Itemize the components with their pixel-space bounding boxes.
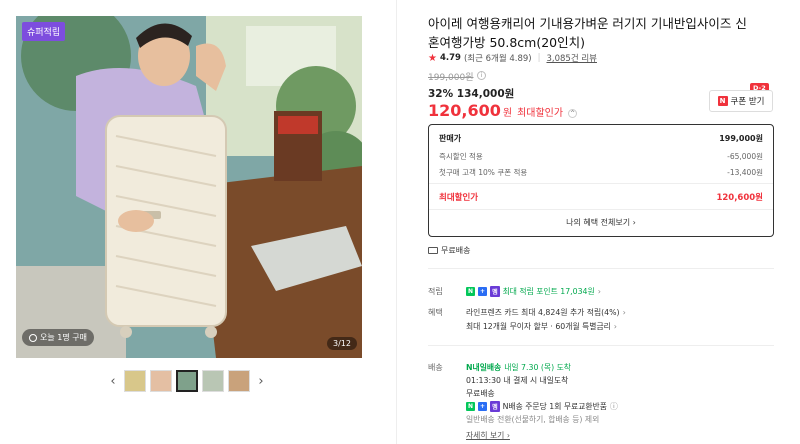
section-divider xyxy=(428,345,774,346)
naver-n-badge: N xyxy=(466,287,476,296)
clock-icon xyxy=(29,333,37,342)
delivery-cutoff: 01:13:30 내 결제 시 내일도착 xyxy=(466,376,569,385)
chevron-right-icon[interactable]: › xyxy=(614,322,617,331)
free-shipping-row: 무료배송 xyxy=(428,245,470,256)
chevron-up-icon[interactable]: ⌃ xyxy=(568,109,578,118)
membership-badge: 멤 xyxy=(490,401,500,412)
delivery-label: 배송 xyxy=(428,363,443,372)
price-row-instant-discount: 즉시할인 적용 -65,000원 xyxy=(439,151,763,162)
super-points-badge: 슈퍼적립 xyxy=(22,22,66,41)
return-policy-text: N배송 주문당 1회 무료교환반품 xyxy=(502,402,607,411)
main-product-image[interactable] xyxy=(16,16,362,358)
benefit-installment-text: 최대 12개월 무이자 할부 · 60개월 특별금리 xyxy=(466,322,611,331)
naver-n-icon: N xyxy=(717,96,728,106)
thumbnail-3[interactable] xyxy=(176,370,198,392)
plus-badge: + xyxy=(478,402,488,411)
n-delivery-badge: N내일배송 xyxy=(466,363,502,372)
chevron-right-icon[interactable]: › xyxy=(598,287,601,296)
discount-percent: 32% xyxy=(428,88,454,100)
price-row-value: -65,000원 xyxy=(727,152,763,161)
points-text: 최대 적립 포인트 17,034원 xyxy=(502,287,595,296)
thumbnail-next-arrow[interactable]: › xyxy=(254,374,268,389)
product-page: 슈퍼적립 오늘 1명 구매 3/12 ‹ › 아이레 여행용캐리어 기내용가벼운… xyxy=(0,0,800,444)
thumbnail-strip: ‹ › xyxy=(106,368,272,394)
plus-badge: + xyxy=(478,287,488,296)
price-row-value: 199,000원 xyxy=(719,134,763,143)
price-row-label: 첫구매 고객 10% 쿠폰 적용 xyxy=(439,168,528,177)
best-price-unit: 원 xyxy=(502,108,513,119)
price-breakdown-box: 판매가 199,000원 즉시할인 적용 -65,000원 첫구매 고객 10%… xyxy=(428,124,774,237)
membership-badge: 멤 xyxy=(490,286,500,297)
view-all-benefits-link[interactable]: 나의 혜택 전체보기 › xyxy=(429,217,773,228)
delivery-more-line: 자세히 보기 › xyxy=(466,430,510,441)
points-line: N + 멤 최대 적립 포인트 17,034원 › xyxy=(466,286,601,297)
info-icon[interactable]: ⓘ xyxy=(610,401,618,412)
delivery-cutoff-line: 01:13:30 내 결제 시 내일도착 xyxy=(466,375,568,386)
delivery-more-link[interactable]: 자세히 보기 › xyxy=(466,430,510,441)
thumbnail-5[interactable] xyxy=(228,370,250,392)
sale-price-row: 32% 134,000원 xyxy=(428,86,514,101)
chevron-right-icon[interactable]: › xyxy=(623,308,626,317)
price-box-divider xyxy=(429,183,773,184)
thumbnail-2[interactable] xyxy=(150,370,172,392)
naver-n-badge: N xyxy=(466,402,476,411)
best-price: 120,600 xyxy=(428,101,501,120)
delivery-fee: 무료배송 xyxy=(466,389,495,398)
return-policy-line: N + 멤 N배송 주문당 1회 무료교환반품 ⓘ xyxy=(466,401,618,412)
column-divider xyxy=(396,0,397,444)
points-label: 적립 xyxy=(428,287,443,296)
buyers-today-text: 오늘 1명 구매 xyxy=(40,333,87,342)
original-price: 199,000원 xyxy=(428,73,474,83)
price-row-label: 판매가 xyxy=(439,134,462,143)
coupon-button-label: 쿠폰 받기 xyxy=(730,97,765,107)
delivery-arrival-line: N내일배송 내일 7.30 (목) 도착 xyxy=(466,362,571,373)
final-price-value: 120,600원 xyxy=(716,193,763,203)
rating-detail: (최근 6개월 4.89) xyxy=(463,54,532,64)
image-counter: 3/12 xyxy=(327,337,357,350)
buyers-today-pill: 오늘 1명 구매 xyxy=(22,329,94,346)
free-shipping-text: 무료배송 xyxy=(441,246,471,255)
delivery-arrival: 내일 7.30 (목) 도착 xyxy=(504,363,571,372)
price-box-divider xyxy=(429,209,773,210)
thumbnail-prev-arrow[interactable]: ‹ xyxy=(106,374,120,389)
section-divider xyxy=(428,268,774,269)
best-price-row: 120,600 원 최대할인가 ⌃ xyxy=(428,101,578,120)
price-row-label: 즉시할인 적용 xyxy=(439,152,483,161)
coupon-download-button[interactable]: N 쿠폰 받기 xyxy=(709,90,773,112)
return-exclusion-text: 일반배송 전환(선물하기, 합배송 등) 제외 xyxy=(466,415,600,424)
thumbnail-1[interactable] xyxy=(124,370,146,392)
price-row-coupon: 첫구매 고객 10% 쿠폰 적용 -13,400원 xyxy=(439,167,763,178)
benefit-line-1: 라인프렌즈 카드 최대 4,824원 추가 적립(4%) › xyxy=(466,307,626,318)
final-price-label: 최대할인가 xyxy=(439,193,479,203)
delivery-fee-line: 무료배송 xyxy=(466,388,495,399)
rating-row: ★ 4.79 (최근 6개월 4.89) | 3,085건 리뷰 xyxy=(428,52,597,65)
benefits-label: 혜택 xyxy=(428,308,443,317)
rating-score: 4.79 xyxy=(439,53,461,63)
best-price-label: 최대할인가 xyxy=(517,108,564,119)
sale-price: 134,000원 xyxy=(456,88,515,100)
product-title: 아이레 여행용캐리어 기내용가벼운 러기지 기내반입사이즈 신혼여행가방 50.… xyxy=(428,16,747,50)
info-icon[interactable]: i xyxy=(477,71,486,80)
return-exclusion-line: 일반배송 전환(선물하기, 합배송 등) 제외 xyxy=(466,414,599,425)
review-count-link[interactable]: 3,085건 리뷰 xyxy=(546,52,597,64)
price-row-value: -13,400원 xyxy=(727,168,763,177)
truck-icon xyxy=(428,247,438,254)
rating-separator: | xyxy=(537,53,541,63)
product-photo xyxy=(16,16,362,358)
price-row-final: 최대할인가 120,600원 xyxy=(439,191,763,203)
benefit-card-text: 라인프렌즈 카드 최대 4,824원 추가 적립(4%) xyxy=(466,308,620,317)
price-row-list: 판매가 199,000원 xyxy=(439,133,763,144)
star-icon: ★ xyxy=(428,52,437,64)
thumbnail-4[interactable] xyxy=(202,370,224,392)
benefit-line-2: 최대 12개월 무이자 할부 · 60개월 특별금리 › xyxy=(466,321,617,332)
